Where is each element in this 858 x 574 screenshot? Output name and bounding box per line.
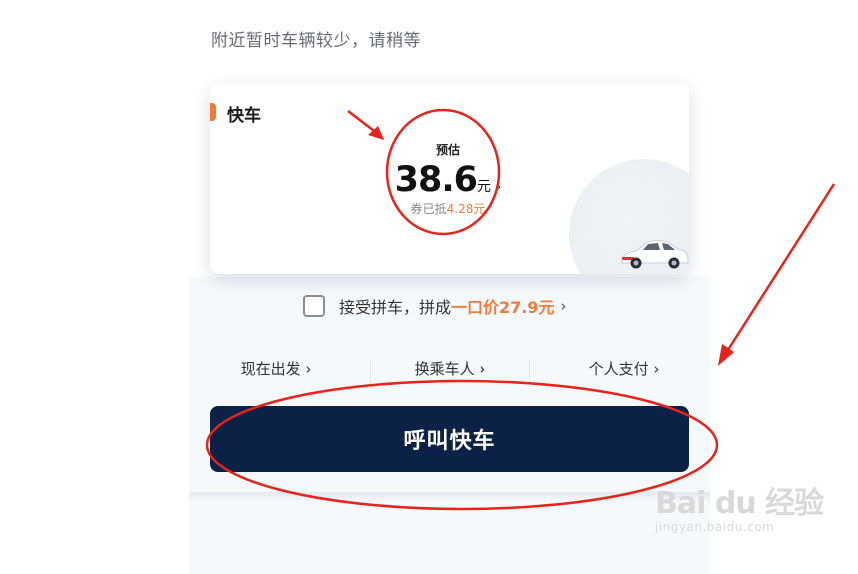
checkbox-icon[interactable]	[303, 295, 325, 317]
chevron-right-icon: ›	[496, 180, 502, 195]
ride-panel: 附近暂时车辆较少，请稍等 快车 预估 38.6元 › 券已抵4.28元 接受拼车…	[189, 2, 710, 574]
car-icon	[621, 240, 689, 269]
baidu-logo: Bai du 经验	[655, 486, 824, 521]
options-bar: 现在出发 › 换乘车人 › 个人支付 ›	[189, 358, 710, 390]
notice-text: 附近暂时车辆较少，请稍等	[211, 31, 421, 51]
carpool-price: 一口价27.9元	[451, 298, 555, 317]
carpool-label: 接受拼车，拼成	[339, 298, 452, 317]
payment-option[interactable]: 个人支付 ›	[537, 358, 711, 379]
ride-option-card[interactable]: 快车 预估 38.6元 › 券已抵4.28元	[210, 83, 689, 274]
departure-time-option[interactable]: 现在出发 ›	[189, 358, 363, 379]
coupon-amount: 4.28元	[446, 202, 486, 216]
price-caption: 预估	[435, 143, 460, 157]
divider	[529, 360, 530, 384]
price-estimate[interactable]: 预估 38.6元 › 券已抵4.28元	[388, 141, 508, 217]
card-accent	[210, 103, 216, 121]
watermark-url: jingyan.baidu.com	[655, 520, 775, 534]
chevron-right-icon: ›	[560, 297, 567, 315]
price-value: 38.6	[394, 160, 478, 200]
carpool-option[interactable]: 接受拼车，拼成 一口价27.9元 ›	[303, 294, 567, 318]
price-unit: 元	[477, 179, 492, 195]
call-car-button[interactable]: 呼叫快车	[210, 406, 689, 472]
coupon-prefix: 券已抵	[410, 202, 447, 216]
panel-divider	[189, 492, 710, 502]
watermark: Bai du 经验 jingyan.baidu.com	[655, 478, 824, 534]
ride-type-title: 快车	[227, 106, 261, 126]
coupon-text: 券已抵4.28元	[388, 200, 508, 217]
arrow-head	[718, 344, 734, 366]
passenger-option[interactable]: 换乘车人 ›	[363, 358, 537, 379]
arrow-annotation	[724, 183, 836, 354]
